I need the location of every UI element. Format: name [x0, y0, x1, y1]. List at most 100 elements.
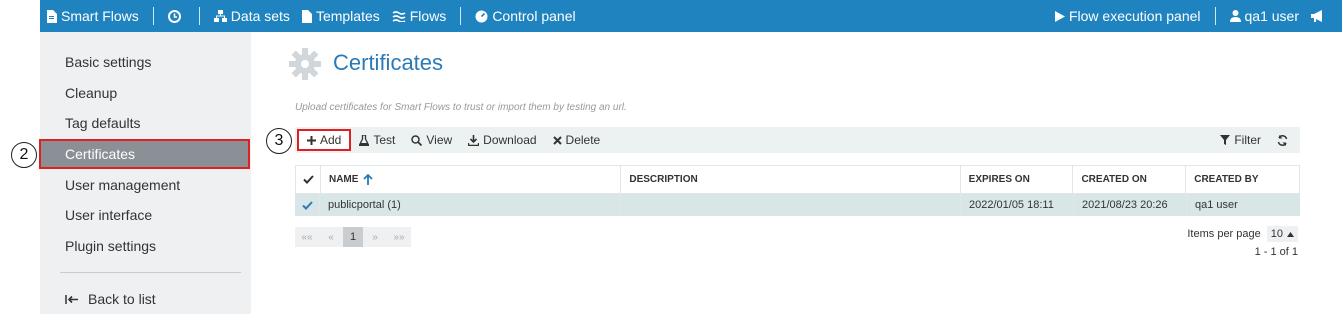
page-title: Certificates — [333, 50, 444, 75]
checkmark-icon — [303, 175, 314, 184]
sidebar-item-basic-settings[interactable]: Basic settings — [40, 47, 251, 77]
delete-button[interactable]: Delete — [545, 129, 609, 151]
sidebar-item-label: Tag defaults — [65, 115, 141, 131]
add-button[interactable]: Add — [297, 129, 352, 151]
filter-label: Filter — [1234, 133, 1261, 147]
column-header-label: CREATED ON — [1081, 174, 1147, 185]
annotation-number: 2 — [19, 146, 29, 163]
user-name: qa1 user — [1244, 8, 1299, 24]
gear-icon — [289, 48, 321, 80]
user-icon — [1229, 10, 1241, 22]
sidebar-item-label: Basic settings — [65, 54, 152, 70]
column-header-label: DESCRIPTION — [629, 174, 698, 185]
flask-icon — [359, 134, 370, 146]
sidebar-item-cleanup[interactable]: Cleanup — [40, 78, 251, 108]
settings-sidebar: Basic settings Cleanup Tag defaults Cert… — [39, 32, 251, 314]
nav-right-group: Flow execution panel qa1 user — [1049, 0, 1342, 32]
column-header-expires-on[interactable]: EXPIRES ON — [961, 166, 1074, 193]
back-to-list-link[interactable]: Back to list — [40, 284, 251, 314]
pagination: «« « 1 » »» — [295, 227, 411, 247]
sidebar-item-certificates[interactable]: Certificates — [39, 139, 250, 169]
sidebar-item-plugin-settings[interactable]: Plugin settings — [40, 231, 251, 261]
nav-divider — [152, 7, 154, 25]
column-header-description[interactable]: DESCRIPTION — [621, 166, 961, 193]
sidebar-item-label: Cleanup — [65, 85, 118, 101]
column-header-created-by[interactable]: CREATED BY — [1186, 166, 1299, 193]
last-page-button[interactable]: »» — [387, 227, 411, 247]
table-row[interactable]: publicportal (1) 2022/01/05 18:11 2021/0… — [295, 194, 1300, 216]
items-per-page: Items per page 10 — [1187, 226, 1298, 242]
nav-divider — [1214, 7, 1216, 25]
previous-page-button[interactable]: « — [319, 227, 343, 247]
cell-description — [621, 194, 961, 216]
download-icon — [468, 134, 480, 146]
column-header-label: EXPIRES ON — [968, 174, 1030, 185]
row-checkbox[interactable] — [295, 194, 320, 216]
first-page-button[interactable]: «« — [295, 227, 319, 247]
select-all-checkbox[interactable] — [296, 166, 321, 193]
download-button[interactable]: Download — [460, 129, 544, 151]
cell-created-on: 2021/08/23 20:26 — [1074, 194, 1187, 216]
cell-created-by: qa1 user — [1195, 199, 1238, 211]
items-per-page-label: Items per page — [1187, 228, 1261, 240]
column-header-label: NAME — [328, 174, 359, 185]
toolbar-right-group: Filter — [1212, 129, 1300, 151]
play-icon — [1054, 10, 1065, 22]
sidebar-divider — [60, 272, 241, 273]
announcements-button[interactable] — [1305, 0, 1334, 32]
megaphone-icon — [1311, 10, 1322, 22]
page-description: Upload certificates for Smart Flows to t… — [295, 102, 627, 113]
column-header-label: CREATED BY — [1194, 174, 1259, 185]
back-to-list-label: Back to list — [88, 291, 156, 307]
current-page[interactable]: 1 — [343, 227, 363, 247]
view-label: View — [426, 133, 453, 147]
delete-label: Delete — [565, 133, 601, 147]
add-label: Add — [320, 133, 342, 147]
items-per-page-select[interactable]: 10 — [1266, 226, 1298, 242]
sort-ascending-icon — [363, 174, 374, 185]
back-arrow-icon — [65, 294, 78, 304]
view-button[interactable]: View — [403, 129, 460, 151]
close-icon — [552, 135, 562, 145]
nav-divider — [460, 7, 462, 25]
annotation-marker-2: 2 — [11, 142, 37, 168]
flow-execution-panel-label: Flow execution panel — [1068, 8, 1201, 24]
filter-button[interactable]: Filter — [1212, 129, 1269, 151]
history-button[interactable] — [162, 0, 191, 32]
nav-flows-label: Flows — [409, 8, 447, 24]
test-label: Test — [373, 133, 396, 147]
nav-templates-label: Templates — [315, 8, 380, 24]
cell-name: publicportal (1) — [320, 194, 621, 216]
sidebar-item-tag-defaults[interactable]: Tag defaults — [40, 108, 251, 138]
nav-datasets[interactable]: Data sets — [208, 0, 296, 32]
document-icon — [47, 9, 57, 23]
next-page-button[interactable]: » — [363, 227, 387, 247]
flow-execution-panel-button[interactable]: Flow execution panel — [1049, 0, 1207, 32]
file-icon — [301, 9, 312, 23]
waves-icon — [392, 11, 406, 22]
caret-up-icon — [1287, 231, 1294, 237]
annotation-number: 3 — [274, 132, 284, 149]
clock-icon — [167, 9, 181, 23]
column-header-name[interactable]: NAME — [321, 166, 622, 193]
nav-control-panel[interactable]: Control panel — [469, 0, 581, 32]
plus-icon — [307, 135, 316, 145]
top-navbar: Smart Flows Data sets Templates Flows Co… — [40, 0, 1342, 32]
brand-link[interactable]: Smart Flows — [40, 0, 145, 32]
column-header-created-on[interactable]: CREATED ON — [1073, 166, 1187, 193]
filter-icon — [1220, 135, 1231, 145]
refresh-button[interactable] — [1269, 129, 1300, 151]
download-label: Download — [483, 133, 537, 147]
user-menu[interactable]: qa1 user — [1224, 0, 1305, 32]
nav-templates[interactable]: Templates — [296, 0, 386, 32]
grid-header: NAME DESCRIPTION EXPIRES ON CREATED ON C… — [295, 165, 1300, 194]
nav-flows[interactable]: Flows — [386, 0, 453, 32]
sidebar-item-user-management[interactable]: User management — [40, 170, 251, 200]
sitemap-icon — [213, 10, 227, 22]
sidebar-item-user-interface[interactable]: User interface — [40, 200, 251, 230]
sidebar-item-label: User management — [65, 177, 181, 193]
test-button[interactable]: Test — [351, 129, 403, 151]
cell-expires-on: 2022/01/05 18:11 — [961, 194, 1074, 216]
items-count: 1 - 1 of 1 — [1254, 246, 1298, 258]
grid-toolbar: Add Test View Download Delete Filter — [295, 127, 1300, 153]
